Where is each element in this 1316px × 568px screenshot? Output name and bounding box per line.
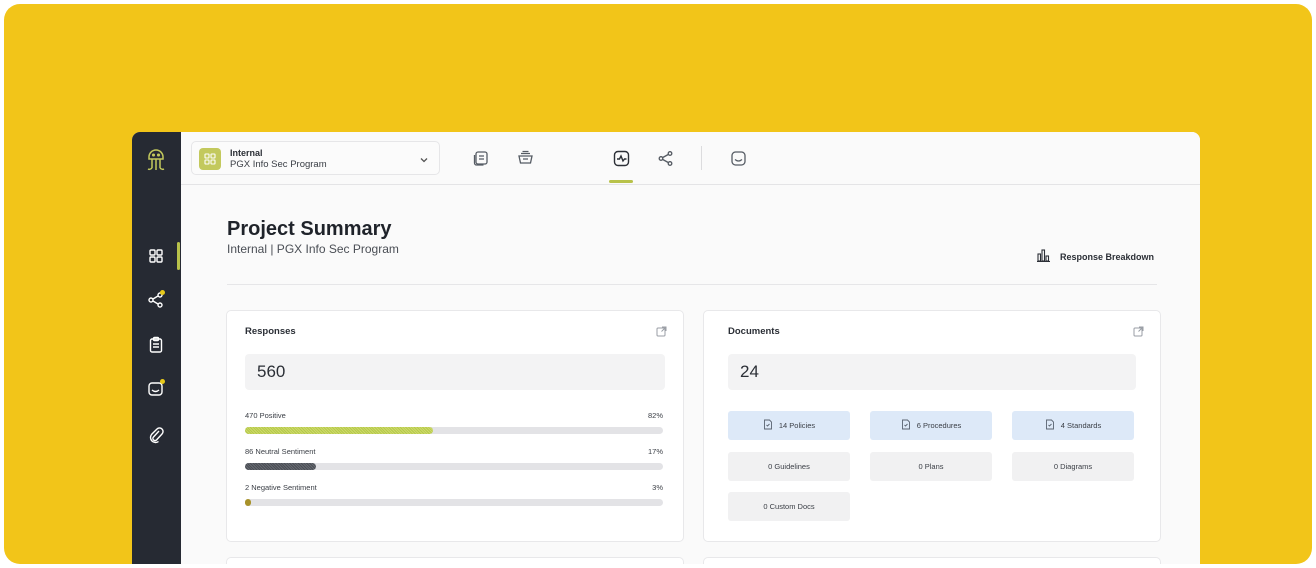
logo-icon[interactable] xyxy=(145,146,167,172)
document-chip-label: 4 Standards xyxy=(1060,421,1102,430)
sidebar-active-indicator xyxy=(177,242,180,270)
chevron-down-icon xyxy=(419,152,429,170)
progress-track xyxy=(245,463,663,470)
metric-percent: 82% xyxy=(647,411,663,420)
progress-track xyxy=(245,427,663,434)
top-bar: Internal PGX Info Sec Program xyxy=(181,132,1200,185)
page-title: Project Summary xyxy=(227,218,392,240)
share-nodes-icon[interactable] xyxy=(655,148,675,168)
document-icon xyxy=(1045,419,1055,432)
clipboard-icon[interactable] xyxy=(145,334,167,356)
inbox-icon[interactable] xyxy=(145,378,167,400)
documents-icon[interactable] xyxy=(471,148,491,168)
metric-label: 86 Neutral Sentiment xyxy=(245,447,316,456)
document-icon xyxy=(763,419,773,432)
response-breakdown-button[interactable]: Response Breakdown xyxy=(1037,249,1154,264)
bar-chart-icon xyxy=(1037,249,1050,264)
metric-label: 2 Negative Sentiment xyxy=(245,483,317,492)
header-divider xyxy=(227,284,1157,285)
documents-total: 24 xyxy=(728,354,1136,390)
documents-card: Documents 24 14 Policies 6 Procedures 4 St… xyxy=(703,310,1161,542)
sidebar xyxy=(132,132,181,564)
metric-percent: 17% xyxy=(647,447,663,456)
document-chip[interactable]: 0 Guidelines xyxy=(728,452,850,481)
metric-neutral: 86 Neutral Sentiment 17% xyxy=(245,447,663,471)
document-chip[interactable]: 14 Policies xyxy=(728,411,850,440)
progress-fill xyxy=(245,427,434,434)
page-subtitle: Internal | PGX Info Sec Program xyxy=(227,242,399,256)
document-chip[interactable]: 0 Diagrams xyxy=(1012,452,1134,481)
activity-icon[interactable] xyxy=(611,148,631,168)
lower-card-left xyxy=(226,557,684,564)
toolbar-separator xyxy=(701,146,702,170)
responses-total: 560 xyxy=(245,354,665,390)
inbox-tray-icon[interactable] xyxy=(515,148,535,168)
share-icon[interactable] xyxy=(145,289,167,311)
metric-positive: 470 Positive 82% xyxy=(245,411,663,435)
response-breakdown-label: Response Breakdown xyxy=(1060,251,1155,262)
project-selector[interactable]: Internal PGX Info Sec Program xyxy=(191,141,440,175)
documents-title: Documents xyxy=(728,326,780,337)
backdrop: Internal PGX Info Sec Program Project Su… xyxy=(4,4,1312,564)
progress-track xyxy=(245,499,663,506)
dashboard-icon[interactable] xyxy=(145,245,167,267)
active-tab-indicator xyxy=(609,180,633,183)
app-window: Internal PGX Info Sec Program Project Su… xyxy=(132,132,1200,564)
document-chip-label: 0 Plans xyxy=(918,462,944,471)
lower-card-right xyxy=(703,557,1161,564)
document-chip-label: 0 Guidelines xyxy=(768,462,810,471)
document-chip-label: 14 Policies xyxy=(778,421,816,430)
document-chip[interactable]: 0 Plans xyxy=(870,452,992,481)
project-name: PGX Info Sec Program xyxy=(230,159,327,170)
document-chip-label: 0 Diagrams xyxy=(1053,462,1093,471)
external-link-icon[interactable] xyxy=(1133,324,1144,342)
document-chip-label: 0 Custom Docs xyxy=(763,502,815,511)
document-chip[interactable]: 6 Procedures xyxy=(870,411,992,440)
progress-fill xyxy=(245,463,317,470)
document-chip[interactable]: 4 Standards xyxy=(1012,411,1134,440)
progress-fill xyxy=(245,499,251,506)
metric-label: 470 Positive xyxy=(245,411,286,420)
mailbox-icon[interactable] xyxy=(728,148,748,168)
document-chip-label: 6 Procedures xyxy=(916,421,962,430)
responses-card: Responses 560 470 Positive 82% 86 Neutra… xyxy=(226,310,684,542)
project-type: Internal xyxy=(230,148,263,158)
metric-percent: 3% xyxy=(652,483,663,492)
responses-title: Responses xyxy=(245,326,296,337)
paperclip-icon[interactable] xyxy=(145,424,167,446)
document-icon xyxy=(901,419,911,432)
metric-negative: 2 Negative Sentiment 3% xyxy=(245,483,663,507)
project-grid-icon xyxy=(199,148,221,170)
external-link-icon[interactable] xyxy=(656,324,667,342)
document-chip[interactable]: 0 Custom Docs xyxy=(728,492,850,521)
